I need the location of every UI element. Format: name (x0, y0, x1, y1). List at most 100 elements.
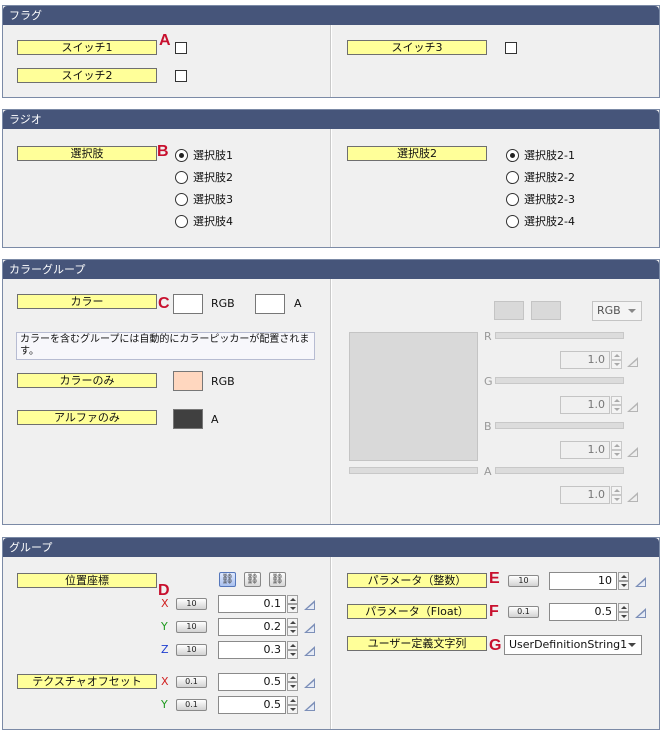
texture-offset-y-scale[interactable]: 0.1 (176, 699, 207, 711)
picker-r-spinner[interactable] (611, 351, 622, 369)
radio-choice1[interactable] (175, 149, 188, 162)
alpha-only-label: アルファのみ (17, 410, 157, 425)
alpha-only-swatch[interactable] (173, 409, 203, 429)
picker-b-slider-icon[interactable] (627, 447, 638, 457)
picker-mode-value: RGB (597, 304, 621, 317)
marker-e: E (489, 570, 500, 587)
group-panel-title: グループ (3, 538, 659, 557)
picker-r-label: R (484, 330, 492, 343)
color-only-swatch[interactable] (173, 371, 203, 391)
radio-choice2-1[interactable] (506, 149, 519, 162)
param-int-scale[interactable]: 10 (508, 575, 539, 587)
picker-color-field[interactable] (349, 332, 478, 461)
radio-choice3-label: 選択肢3 (193, 193, 233, 206)
texture-offset-y-spinner[interactable] (287, 696, 298, 714)
position-x-slider-icon[interactable] (304, 600, 315, 610)
position-x-scale[interactable]: 10 (176, 598, 207, 610)
picker-g-spinner[interactable] (611, 396, 622, 414)
position-z-slider-icon[interactable] (304, 646, 315, 656)
radio-choice2-4-label: 選択肢2-4 (524, 215, 575, 228)
radio-choice4-label: 選択肢4 (193, 215, 233, 228)
position-x-value[interactable]: 0.1 (218, 595, 286, 613)
switch3-label: スイッチ3 (347, 40, 487, 55)
switch2-label: スイッチ2 (17, 68, 157, 83)
choice-group2-label: 選択肢2 (347, 146, 487, 161)
picker-alpha-slider[interactable] (349, 467, 478, 474)
picker-b-slider[interactable] (495, 422, 624, 429)
picker-b-spinner[interactable] (611, 441, 622, 459)
radio-choice2-2-label: 選択肢2-2 (524, 171, 575, 184)
picker-a-value[interactable]: 1.0 (560, 486, 610, 504)
color-group-panel-title: カラーグループ (3, 260, 659, 279)
radio-choice4[interactable] (175, 215, 188, 228)
marker-a: A (159, 32, 171, 49)
position-z-spinner[interactable] (287, 641, 298, 659)
link-xy-icon[interactable]: ⛓ (244, 572, 261, 587)
position-y-spinner[interactable] (287, 618, 298, 636)
texture-offset-x-scale[interactable]: 0.1 (176, 676, 207, 688)
radio-choice2-3[interactable] (506, 193, 519, 206)
texture-offset-y-slider-icon[interactable] (304, 701, 315, 711)
radio-choice2-2[interactable] (506, 171, 519, 184)
picker-a-spinner[interactable] (611, 486, 622, 504)
position-z-axis-label: Z (161, 643, 169, 656)
picker-r-slider-icon[interactable] (627, 357, 638, 367)
flags-panel: フラグ スイッチ1 スイッチ2 スイッチ3 (2, 5, 660, 98)
radio-choice2[interactable] (175, 171, 188, 184)
texture-offset-x-spinner[interactable] (287, 673, 298, 691)
picker-g-value[interactable]: 1.0 (560, 396, 610, 414)
texture-offset-y-value[interactable]: 0.5 (218, 696, 286, 714)
position-z-scale[interactable]: 10 (176, 644, 207, 656)
color-rgb-swatch[interactable] (173, 294, 203, 314)
picker-a-slider-icon[interactable] (627, 492, 638, 502)
position-label: 位置座標 (17, 573, 157, 588)
user-string-dropdown[interactable]: UserDefinitionString1 (504, 635, 642, 655)
picker-a-label: A (484, 465, 492, 478)
color-rgb-suffix: RGB (211, 297, 235, 310)
texture-offset-x-slider-icon[interactable] (304, 678, 315, 688)
position-y-value[interactable]: 0.2 (218, 618, 286, 636)
alpha-only-suffix: A (211, 413, 219, 426)
switch3-checkbox[interactable] (505, 42, 517, 54)
picker-r-value[interactable]: 1.0 (560, 351, 610, 369)
radio-choice2-4[interactable] (506, 215, 519, 228)
param-float-scale[interactable]: 0.1 (508, 606, 539, 618)
picker-g-slider[interactable] (495, 377, 624, 384)
picker-g-label: G (484, 375, 493, 388)
param-int-spinner[interactable] (618, 572, 629, 590)
position-z-value[interactable]: 0.3 (218, 641, 286, 659)
choice-group1-label: 選択肢 (17, 146, 157, 161)
position-y-slider-icon[interactable] (304, 623, 315, 633)
param-int-slider-icon[interactable] (635, 577, 646, 587)
color-group-panel: カラーグループ カラー RGB A カラーを含むグループには自動的にカラーピッカ… (2, 259, 660, 525)
marker-g: G (489, 637, 502, 654)
param-int-label: パラメータ（整数） (347, 573, 487, 588)
link-all-axes-icon[interactable]: ⛓ (219, 572, 236, 587)
radio-panel-title: ラジオ (3, 110, 659, 129)
picker-preview-new (531, 301, 561, 320)
picker-b-value[interactable]: 1.0 (560, 441, 610, 459)
position-y-scale[interactable]: 10 (176, 621, 207, 633)
picker-mode-dropdown[interactable]: RGB (592, 301, 642, 321)
texture-offset-x-value[interactable]: 0.5 (218, 673, 286, 691)
param-float-value[interactable]: 0.5 (549, 603, 617, 621)
marker-f: F (489, 603, 499, 620)
position-x-spinner[interactable] (287, 595, 298, 613)
color-only-suffix: RGB (211, 375, 235, 388)
switch1-checkbox[interactable] (175, 42, 187, 54)
param-float-spinner[interactable] (618, 603, 629, 621)
texture-offset-label: テクスチャオフセット (17, 674, 157, 689)
radio-choice3[interactable] (175, 193, 188, 206)
link-xz-icon[interactable]: ⛓ (269, 572, 286, 587)
color-alpha-suffix: A (294, 297, 302, 310)
picker-r-slider[interactable] (495, 332, 624, 339)
switch2-checkbox[interactable] (175, 70, 187, 82)
param-int-value[interactable]: 10 (549, 572, 617, 590)
color-alpha-swatch[interactable] (255, 294, 285, 314)
chevron-down-icon (628, 309, 636, 313)
radio-choice1-label: 選択肢1 (193, 149, 233, 162)
picker-a-slider[interactable] (495, 467, 624, 474)
param-float-label: パラメータ（Float） (347, 604, 487, 619)
picker-g-slider-icon[interactable] (627, 402, 638, 412)
param-float-slider-icon[interactable] (635, 608, 646, 618)
